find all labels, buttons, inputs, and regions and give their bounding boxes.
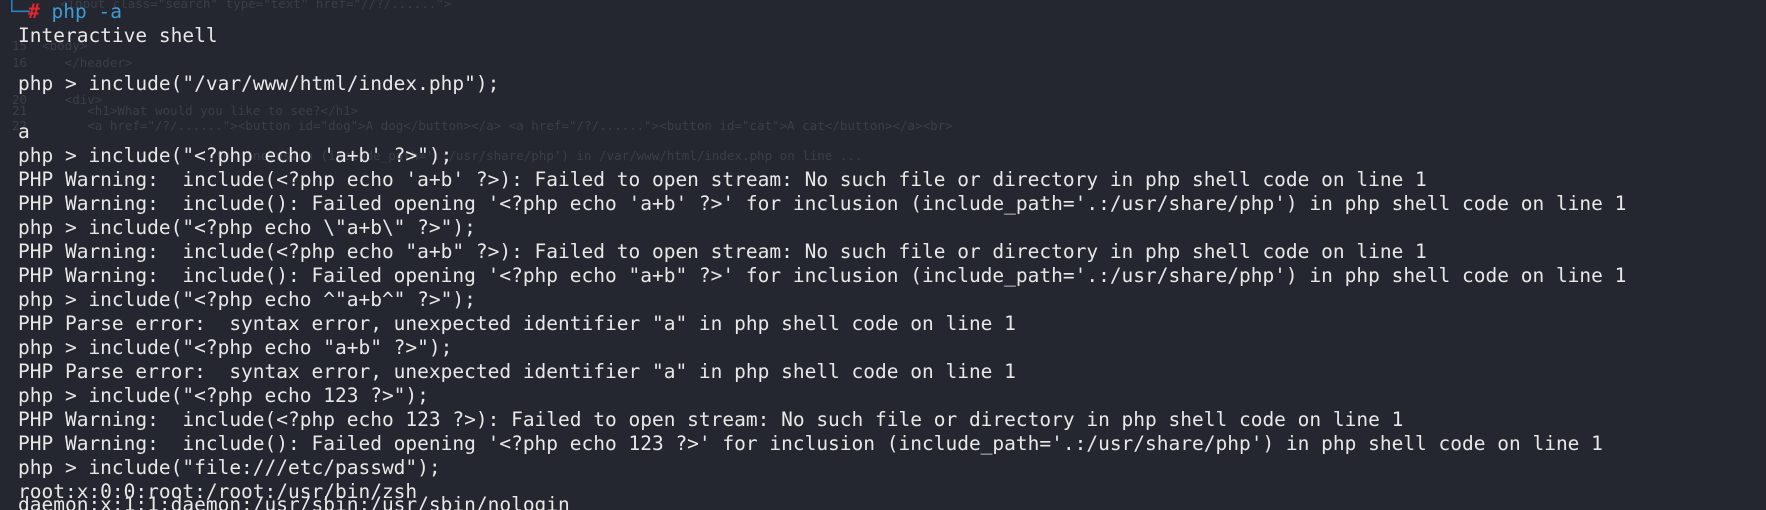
terminal-line: PHP Parse error: syntax error, unexpecte… [18, 312, 1016, 335]
prompt-command: php -a [51, 0, 122, 23]
terminal-line: PHP Warning: include(): Failed opening '… [18, 264, 1627, 287]
terminal-line: php > include("<?php echo 123 ?>"); [18, 384, 429, 407]
terminal-line: php > include("<?php echo \"a+b\" ?>"); [18, 216, 476, 239]
terminal-line: a [18, 120, 30, 143]
terminal-line: php > include("<?php echo ^"a+b^" ?>"); [18, 288, 476, 311]
terminal-line: PHP Warning: include(<?php echo 'a+b' ?>… [18, 168, 1427, 191]
terminal-line: php > include("file:///etc/passwd"); [18, 456, 441, 479]
prompt-corner: └─ [6, 0, 30, 23]
shell-prompt-line: └─# php -a [0, 0, 1766, 24]
terminal-line: php > include("/var/www/html/index.php")… [18, 72, 500, 95]
terminal-line: PHP Warning: include(<?php echo "a+b" ?>… [18, 240, 1427, 263]
terminal-output: └─# php -a Interactive shell php > inclu… [6, 0, 1766, 504]
terminal-line: PHP Warning: include(<?php echo 123 ?>):… [18, 408, 1404, 431]
terminal-line: php > include("<?php echo 'a+b' ?>"); [18, 144, 453, 167]
terminal-line: Interactive shell [18, 24, 218, 47]
terminal-line: PHP Warning: include(): Failed opening '… [18, 432, 1603, 455]
terminal-line: PHP Warning: include(): Failed opening '… [18, 192, 1627, 215]
terminal-line: php > include("<?php echo "a+b" ?>"); [18, 336, 453, 359]
terminal-line: PHP Parse error: syntax error, unexpecte… [18, 360, 1016, 383]
terminal-line-cut-off: daemon:x:1:1:daemon:/usr/sbin:/usr/sbin/… [18, 493, 570, 510]
root-prompt-symbol: # [28, 0, 40, 23]
terminal-window[interactable]: <input class="search" type="text" href="… [0, 0, 1766, 510]
